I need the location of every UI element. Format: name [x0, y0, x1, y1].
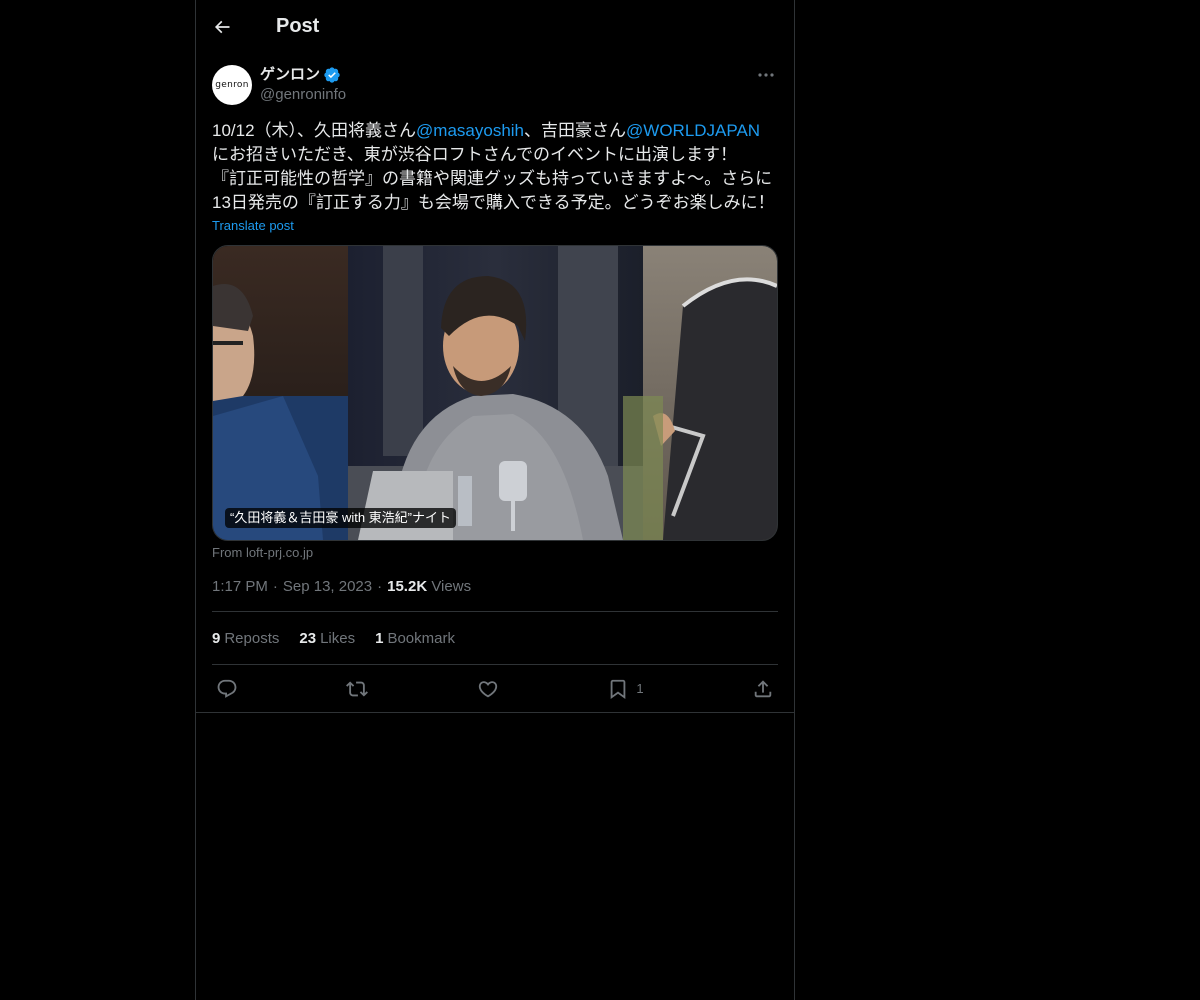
mention-link-masayoshih[interactable]: @masayoshih [416, 121, 524, 140]
bookmarks-label: Bookmark [387, 629, 455, 647]
display-name-row: ゲンロン [260, 65, 346, 85]
post-article: genron ゲンロン @genroninfo 10/12（木）、久田将義さん@… [196, 53, 794, 713]
reposts-stat[interactable]: 9 Reposts [212, 630, 279, 647]
avatar[interactable]: genron [212, 65, 252, 105]
more-options-button[interactable] [754, 65, 778, 85]
post-date[interactable]: Sep 13, 2023 [283, 578, 372, 595]
back-button[interactable] [204, 9, 240, 45]
like-button[interactable] [477, 678, 499, 700]
translate-post-link[interactable]: Translate post [212, 218, 294, 233]
post-text-segment: 10/12（木）、久田将義さん [212, 121, 417, 140]
page-header: Post [196, 0, 794, 53]
page-title: Post [276, 15, 320, 37]
post-actions: 1 [212, 665, 778, 712]
post-text-line-3: 『訂正可能性の哲学』の書籍や関連グッズも持っていきますよ〜。さらに [212, 169, 773, 188]
repost-icon [346, 681, 369, 696]
reply-button[interactable] [216, 678, 238, 700]
post-time[interactable]: 1:17 PM [212, 578, 268, 595]
bookmarks-stat[interactable]: 1 Bookmark [375, 630, 455, 647]
primary-column: Post genron ゲンロン @genroninfo 10/12（木）、久田… [195, 0, 795, 1000]
heart-icon [478, 680, 498, 697]
post-text-segment: 、吉田豪さん [524, 121, 627, 140]
author-handle[interactable]: @genroninfo [260, 85, 346, 105]
bookmarks-count: 1 [375, 629, 384, 647]
author-names: ゲンロン @genroninfo [260, 65, 346, 105]
mention-link-worldjapan[interactable]: @WORLDJAPAN [626, 121, 760, 140]
post-text-line-4: 13日発売の『訂正する力』も会場で購入できる予定。どうぞお楽しみに！ [212, 193, 775, 212]
card-caption: “久田将義＆吉田豪 with 東浩紀”ナイト [225, 508, 457, 528]
post-stats: 9 Reposts 23 Likes 1 Bookmark [212, 612, 778, 665]
post-author-row: genron ゲンロン @genroninfo [212, 65, 778, 105]
verified-badge-icon [323, 66, 341, 84]
meta-separator: · [272, 578, 278, 595]
post-text-line-1: 10/12（木）、久田将義さん@masayoshih、吉田豪さん@WORLDJA… [212, 119, 778, 143]
reply-icon [217, 679, 237, 698]
more-dots-icon [758, 73, 774, 77]
post-meta: 1:17 PM · Sep 13, 2023 · 15.2K Views [212, 578, 778, 612]
meta-separator: · [377, 578, 383, 595]
card-image [213, 246, 777, 540]
likes-stat[interactable]: 23 Likes [299, 630, 355, 647]
post-bottom-divider [196, 712, 794, 713]
reposts-count: 9 [212, 629, 221, 647]
card-source-domain[interactable]: From loft-prj.co.jp [212, 545, 778, 560]
repost-button[interactable] [346, 678, 369, 700]
views-label: Views [431, 578, 472, 595]
post-text-line-2: にお招きいただき、東が渋谷ロフトさんでのイベントに出演します！ [212, 145, 737, 164]
arrow-left-icon [214, 20, 230, 33]
share-icon [754, 679, 772, 697]
author-display-name[interactable]: ゲンロン [260, 65, 320, 85]
post-text: 10/12（木）、久田将義さん@masayoshih、吉田豪さん@WORLDJA… [212, 119, 778, 215]
reposts-label: Reposts [224, 629, 280, 647]
share-button[interactable] [752, 678, 774, 700]
avatar-logo-text: genron [215, 80, 249, 90]
likes-count: 23 [299, 629, 317, 647]
bookmark-icon [610, 679, 626, 699]
likes-label: Likes [320, 629, 356, 647]
link-card[interactable]: “久田将義＆吉田豪 with 東浩紀”ナイト [212, 245, 778, 541]
bookmark-button[interactable]: 1 [607, 678, 644, 700]
views-count: 15.2K [387, 578, 428, 595]
bookmark-count: 1 [636, 681, 644, 696]
